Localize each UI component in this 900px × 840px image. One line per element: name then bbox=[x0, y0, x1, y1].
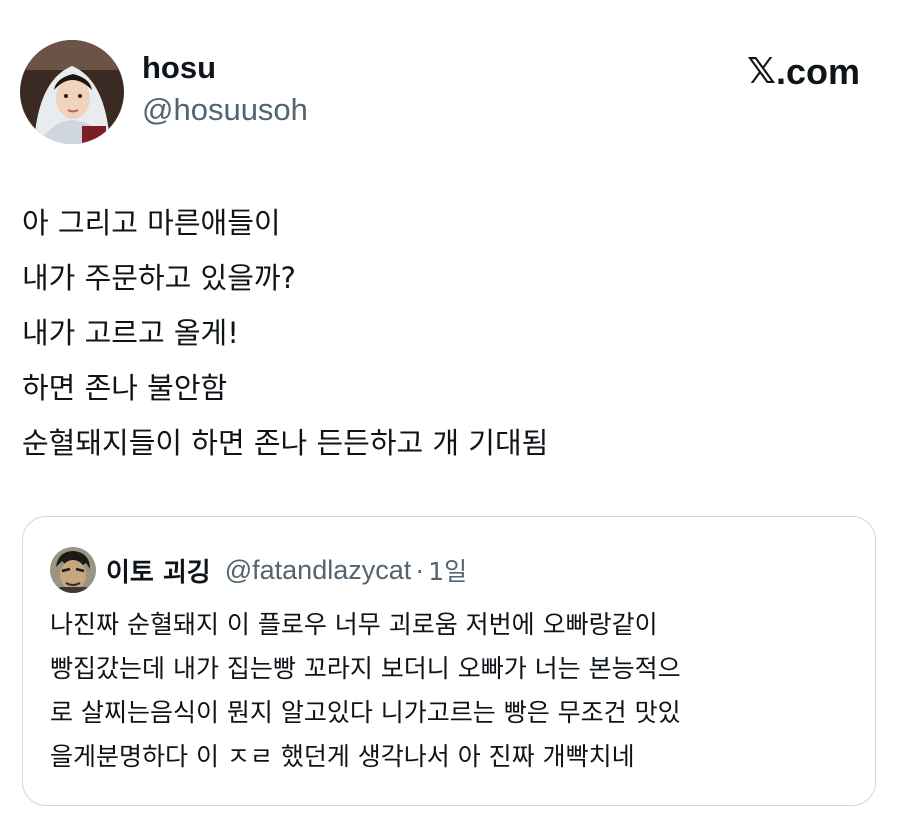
quoted-line: 빵집갔는데 내가 집는빵 꼬라지 보더니 오빠가 너는 본능적으 bbox=[50, 654, 681, 683]
quoted-author-name[interactable]: 이토 괴깅 bbox=[106, 552, 211, 589]
tweet-line: 하면 존나 불안함 bbox=[22, 371, 228, 405]
profile-photo-icon bbox=[20, 40, 124, 144]
tweet-header: hosu @hosuusoh 𝕏 .com bbox=[20, 40, 880, 144]
tweet-line: 순혈돼지들이 하면 존나 든든하고 개 기대됨 bbox=[22, 426, 549, 460]
quoted-line: 을게분명하다 이 ㅈㄹ 했던게 생각나서 아 진짜 개빡치네 bbox=[50, 742, 635, 771]
quoted-tweet-text: 나진짜 순혈돼지 이 플로우 너무 괴로움 저번에 오빠랑같이 빵집갔는데 내가… bbox=[50, 603, 860, 779]
tweet-text: 아 그리고 마른애들이 내가 주문하고 있을까? 내가 고르고 올게! 하면 존… bbox=[22, 196, 862, 471]
tweet-line: 내가 주문하고 있을까? bbox=[22, 261, 296, 295]
quoted-line: 나진짜 순혈돼지 이 플로우 너무 괴로움 저번에 오빠랑같이 bbox=[50, 610, 658, 639]
separator-dot: · bbox=[415, 554, 425, 585]
comic-character-avatar-icon bbox=[50, 547, 96, 593]
quoted-tweet-header: 이토 괴깅 @fatandlazycat · 1일 bbox=[50, 547, 467, 593]
x-logo: 𝕏 .com bbox=[747, 50, 860, 94]
tweet-line: 내가 고르고 올게! bbox=[22, 316, 239, 350]
quoted-tweet[interactable]: 이토 괴깅 @fatandlazycat · 1일 나진짜 순혈돼지 이 플로우… bbox=[22, 516, 876, 806]
quoted-author-handle[interactable]: @fatandlazycat bbox=[225, 555, 412, 586]
author-handle[interactable]: @hosuusoh bbox=[142, 88, 308, 132]
author-avatar[interactable] bbox=[20, 40, 124, 144]
author-display-name[interactable]: hosu bbox=[142, 48, 308, 88]
quoted-line: 로 살찌는음식이 뭔지 알고있다 니가고르는 빵은 무조건 맛있 bbox=[50, 698, 681, 727]
brand-domain: .com bbox=[775, 51, 860, 92]
tweet-line: 아 그리고 마른애들이 bbox=[22, 206, 281, 240]
x-icon: 𝕏 bbox=[746, 51, 776, 92]
author-names: hosu @hosuusoh bbox=[142, 48, 308, 132]
quoted-timestamp[interactable]: 1일 bbox=[428, 552, 467, 588]
quoted-author-avatar[interactable] bbox=[50, 547, 96, 593]
